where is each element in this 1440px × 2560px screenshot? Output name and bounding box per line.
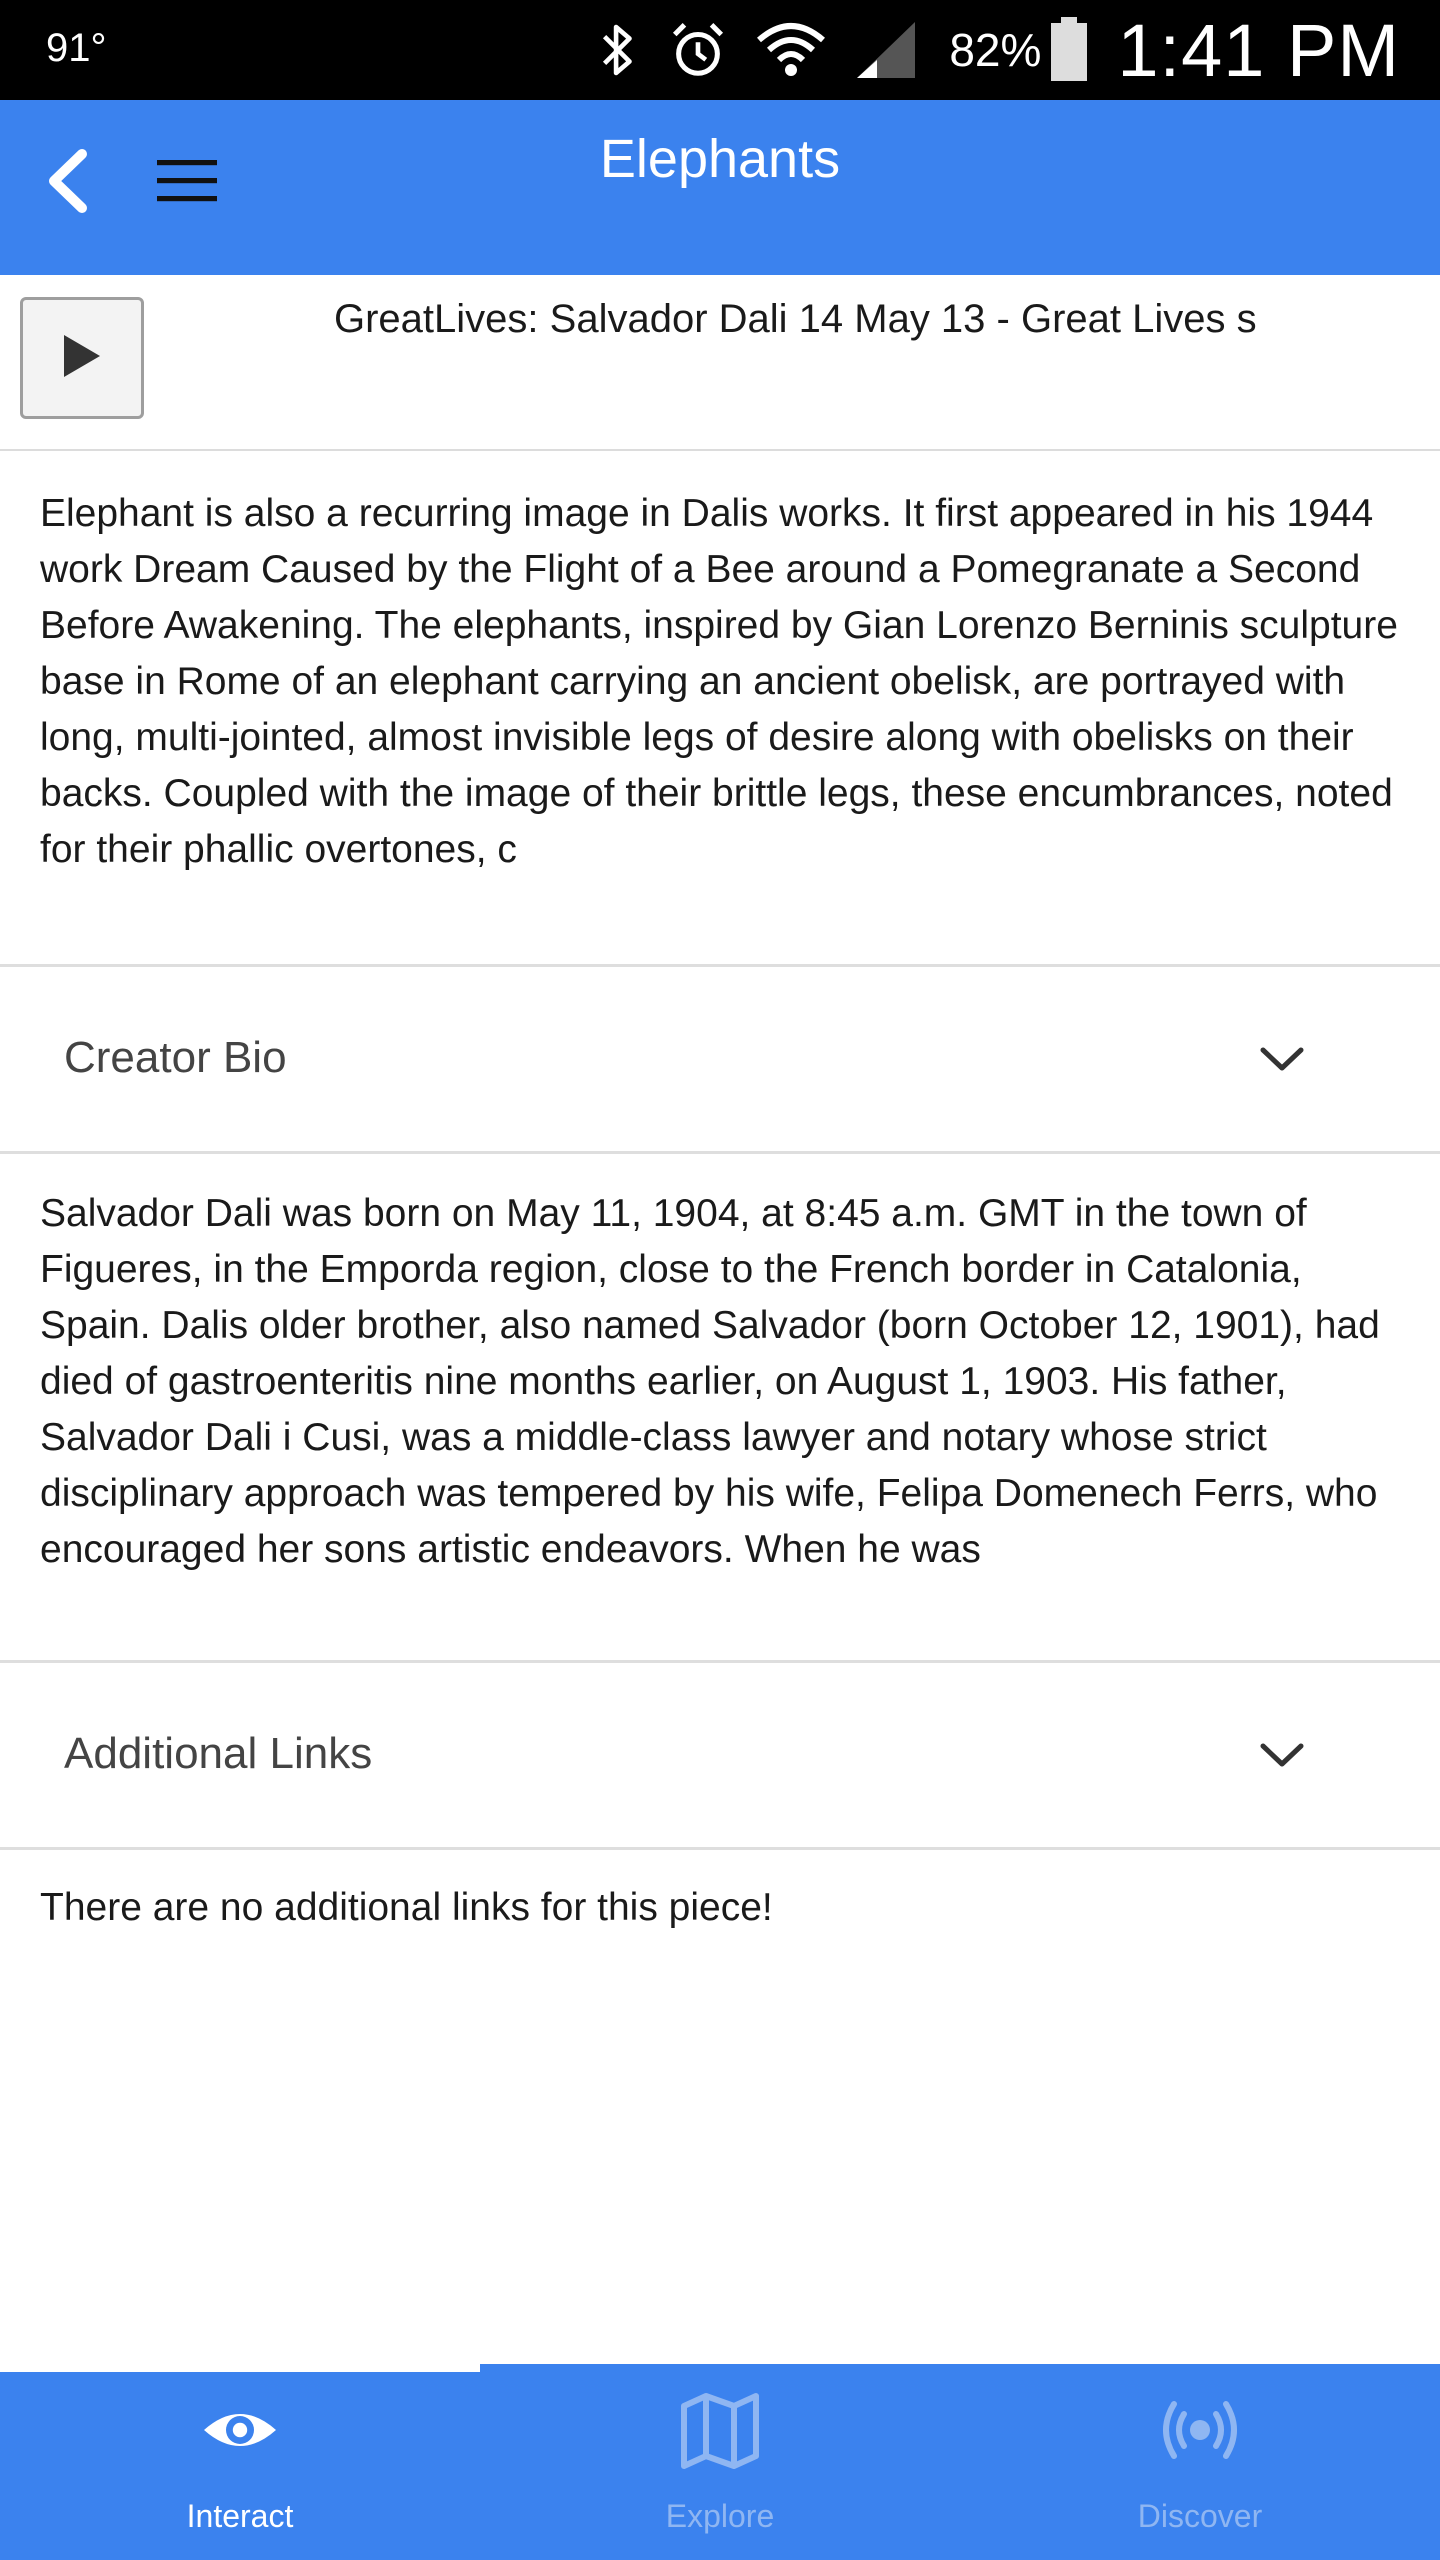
eye-icon xyxy=(0,2388,480,2472)
page-title: Elephants xyxy=(599,129,841,189)
audio-title: GreatLives: Salvador Dali 14 May 13 - Gr… xyxy=(334,297,1257,341)
wifi-icon xyxy=(755,19,827,81)
battery-icon xyxy=(1049,17,1089,83)
additional-links-accordion[interactable]: Additional Links xyxy=(0,1660,1440,1850)
tab-label: Discover xyxy=(1137,2498,1263,2534)
alarm-icon xyxy=(667,19,729,81)
signal-icon xyxy=(853,19,919,81)
creator-bio-text: Salvador Dali was born on May 11, 1904, … xyxy=(40,1192,1380,1571)
play-icon xyxy=(62,333,102,384)
tab-explore[interactable]: Explore xyxy=(480,2364,960,2560)
map-icon xyxy=(480,2388,960,2472)
audio-player: GreatLives: Salvador Dali 14 May 13 - Gr… xyxy=(0,275,1440,451)
bluetooth-icon xyxy=(595,19,641,81)
app-header: Elephants xyxy=(0,100,1440,275)
battery-percent: 82% xyxy=(949,24,1042,76)
chevron-down-icon xyxy=(1252,1029,1312,1089)
chevron-down-icon xyxy=(1252,1725,1312,1785)
status-bar: 91° 82% 1:41 PM xyxy=(0,0,1440,100)
broadcast-icon xyxy=(960,2388,1440,2472)
tab-label: Interact xyxy=(186,2498,294,2534)
bottom-navigation: Interact Explore Discover xyxy=(0,2364,1440,2560)
app-screen: 91° 82% 1:41 PM Elephants GreatLives: Sa… xyxy=(0,0,1440,2560)
piece-description: Elephant is also a recurring image in Da… xyxy=(40,492,1398,871)
accordion-label: Creator Bio xyxy=(64,1033,287,1082)
tab-discover[interactable]: Discover xyxy=(960,2364,1440,2560)
clock: 1:41 PM xyxy=(1117,8,1400,92)
status-icons: 82% 1:41 PM xyxy=(569,0,1400,100)
temperature-indicator: 91° xyxy=(46,26,107,70)
tab-interact[interactable]: Interact xyxy=(0,2364,480,2560)
accordion-label: Additional Links xyxy=(64,1729,373,1778)
additional-links-text: There are no additional links for this p… xyxy=(40,1886,773,1929)
creator-bio-accordion[interactable]: Creator Bio xyxy=(0,964,1440,1154)
tab-label: Explore xyxy=(665,2498,775,2534)
play-button[interactable] xyxy=(20,297,144,419)
